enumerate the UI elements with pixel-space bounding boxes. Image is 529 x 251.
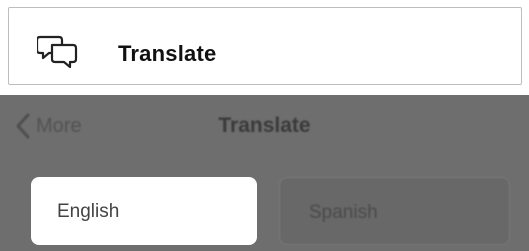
navigation-bar: More Translate — [0, 95, 529, 157]
language-selector-row: English Spanish — [0, 157, 529, 251]
source-language-button[interactable]: English — [31, 177, 257, 245]
chat-bubbles-icon — [37, 35, 78, 69]
target-language-label: Spanish — [309, 202, 378, 223]
page-title: Translate — [218, 114, 311, 137]
source-language-label: English — [57, 201, 120, 222]
target-language-button[interactable]: Spanish — [279, 177, 510, 245]
translate-label: Translate — [118, 41, 217, 66]
translate-callout-panel: Translate — [0, 0, 529, 95]
dimmed-app-screen: More Translate English Spanish — [0, 95, 529, 251]
translate-callout-card: Translate — [8, 7, 522, 85]
